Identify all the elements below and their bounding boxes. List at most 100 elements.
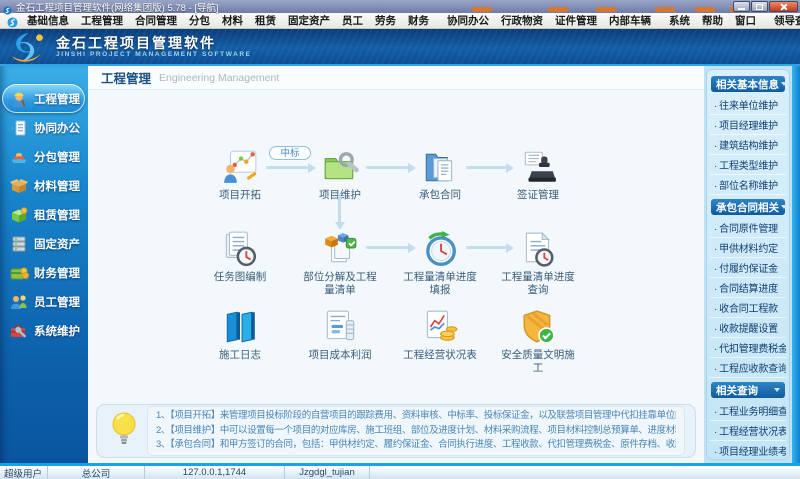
restore-button[interactable] xyxy=(751,1,768,12)
construction-log-icon xyxy=(192,308,288,348)
office-doc-icon xyxy=(9,118,29,138)
menu-item-basic-info[interactable]: 基础信息 xyxy=(21,13,75,28)
sidebar-item-system-maintenance[interactable]: 系统维护 xyxy=(0,316,88,345)
right-sidebar: 相关基本信息 往来单位维护 项目经理维护 建筑结构维护 工程类型维护 部位名称维… xyxy=(704,66,792,463)
menu-item-leader-query[interactable]: 领导查询 xyxy=(768,13,800,28)
title-accent xyxy=(548,7,568,12)
cost-profit-icon xyxy=(292,308,388,348)
sidebar-item-staff[interactable]: 员工管理 xyxy=(0,287,88,316)
section-header-queries[interactable]: 相关查询 xyxy=(711,382,785,398)
right-link[interactable]: 收合同工程款 xyxy=(710,298,786,318)
menu-item-subcontract[interactable]: 分包 xyxy=(183,13,216,28)
right-link[interactable]: 项目经理维护 xyxy=(710,115,786,135)
right-link[interactable]: 合同结算进度 xyxy=(710,278,786,298)
flow-node-progress-query[interactable]: 工程量清单进度查询 xyxy=(490,230,586,297)
right-link[interactable]: 工程业务明细查询 xyxy=(710,401,786,421)
right-link[interactable]: 工程应收款查询 xyxy=(710,358,786,378)
visa-stamp-icon xyxy=(490,148,586,188)
flow-node-bom-breakdown[interactable]: 部位分解及工程量清单 xyxy=(292,230,388,297)
title-bar: 金石工程项目管理软件(网络集团版) 5.78 - [导航] xyxy=(0,0,800,15)
flow-node-visa[interactable]: 签证管理 xyxy=(490,148,586,202)
sidebar-item-engineering[interactable]: 工程管理 xyxy=(2,84,85,113)
brand-text: 金石工程项目管理软件 JINSHI PROJECT MANAGEMENT SOF… xyxy=(56,35,252,58)
flow-node-operation-report[interactable]: 工程经营状况表 xyxy=(392,308,488,362)
close-button[interactable] xyxy=(769,1,798,12)
right-link[interactable]: 甲供材料约定 xyxy=(710,238,786,258)
right-link[interactable]: 代扣管理费税金 xyxy=(710,338,786,358)
menu-item-lease[interactable]: 租赁 xyxy=(249,13,282,28)
flow-node-safety[interactable]: 安全质量文明施工 xyxy=(490,308,586,375)
right-link[interactable]: 工程类型维护 xyxy=(710,155,786,175)
status-filler xyxy=(370,466,800,479)
menu-item-material[interactable]: 材料 xyxy=(216,13,249,28)
status-server-address: 127.0.0.1,1744 xyxy=(145,466,285,479)
chevron-down-icon xyxy=(781,82,787,86)
subcontract-icon xyxy=(9,147,29,167)
page-subtitle: Engineering Management xyxy=(159,71,280,84)
menu-item-certificates[interactable]: 证件管理 xyxy=(549,13,603,28)
menu-item-collaboration[interactable]: 协同办公 xyxy=(441,13,495,28)
progress-clock-icon xyxy=(392,230,488,270)
window-title: 金石工程项目管理软件(网络集团版) 5.78 - [导航] xyxy=(16,2,219,14)
main-content: 工程管理 Engineering Management 项目开拓 中标 项目维护 xyxy=(88,66,704,463)
menu-item-engineering[interactable]: 工程管理 xyxy=(75,13,129,28)
sidebar-item-material[interactable]: 材料管理 xyxy=(0,171,88,200)
status-company: 总公司 xyxy=(48,466,145,479)
section-header-contract[interactable]: 承包合同相关 xyxy=(711,199,787,215)
page-title: 工程管理 xyxy=(101,72,152,86)
tip-line: 3、【承包合同】和甲方签订的合同，包括：甲供材约定、履约保证金、合同执行进度、工… xyxy=(156,439,676,451)
sidebar-item-lease[interactable]: 租赁管理 xyxy=(0,200,88,229)
material-box-icon xyxy=(9,176,29,196)
bid-won-badge: 中标 xyxy=(269,146,311,160)
window-frame-strip xyxy=(792,66,800,463)
tips-panel: 1、【项目开拓】来管理项目投标阶段的自营项目的跟踪费用、资料审核、中标率、投标保… xyxy=(96,404,696,458)
right-link[interactable]: 项目经理业绩考核 xyxy=(710,441,786,459)
lightbulb-icon xyxy=(109,411,139,452)
lease-cube-icon xyxy=(9,205,29,225)
menu-item-employee[interactable]: 员工 xyxy=(336,13,369,28)
menu-item-system[interactable]: 系统 xyxy=(663,13,696,28)
flow-node-cost-profit[interactable]: 项目成本利润 xyxy=(292,308,388,362)
maintenance-toolbox-icon xyxy=(9,321,29,341)
brand-name: 金石工程项目管理软件 xyxy=(56,35,216,51)
title-accent xyxy=(472,7,492,12)
menu-item-help[interactable]: 帮助 xyxy=(696,13,729,28)
menu-item-fixed-assets[interactable]: 固定资产 xyxy=(282,13,336,28)
right-panel: 相关基本信息 往来单位维护 项目经理维护 建筑结构维护 工程类型维护 部位名称维… xyxy=(706,69,790,460)
menu-item-contract[interactable]: 合同管理 xyxy=(129,13,183,28)
section-header-basic-info[interactable]: 相关基本信息 xyxy=(711,76,787,92)
menu-item-window[interactable]: 窗口 xyxy=(729,13,762,28)
right-link[interactable]: 部位名称维护 xyxy=(710,175,786,195)
title-accent xyxy=(596,7,616,12)
sidebar-item-finance[interactable]: 财务管理 xyxy=(0,258,88,287)
flow-node-construction-log[interactable]: 施工日志 xyxy=(192,308,288,362)
bom-breakdown-icon xyxy=(292,230,388,270)
right-link[interactable]: 工程经营状况表 xyxy=(710,421,786,441)
sidebar-item-fixed-assets[interactable]: 固定资产 xyxy=(0,229,88,258)
menu-item-admin-supplies[interactable]: 行政物资 xyxy=(495,13,549,28)
brand-logo-icon xyxy=(8,31,50,63)
sidebar-item-subcontract[interactable]: 分包管理 xyxy=(0,142,88,171)
sidebar-item-collaboration[interactable]: 协同办公 xyxy=(0,113,88,142)
right-link[interactable]: 收款提醒设置 xyxy=(710,318,786,338)
minimize-button[interactable] xyxy=(733,1,750,12)
right-link[interactable]: 往来单位维护 xyxy=(710,95,786,115)
flow-node-progress-fill[interactable]: 工程量清单进度填报 xyxy=(392,230,488,297)
content-header: 工程管理 Engineering Management xyxy=(88,66,704,90)
flow-arrow-down xyxy=(334,194,345,230)
right-link[interactable]: 建筑结构维护 xyxy=(710,135,786,155)
flow-node-task-chart[interactable]: 任务图编制 xyxy=(192,230,288,284)
menu-item-finance[interactable]: 财务 xyxy=(402,13,435,28)
menu-item-vehicles[interactable]: 内部车辆 xyxy=(603,13,657,28)
status-module-code: Jzgdgl_tujian xyxy=(285,466,370,479)
staff-icon xyxy=(9,292,29,312)
tip-line: 2、【项目维护】中可以设置每一个项目的对应库房、施工班组、部位及进度计划、材料采… xyxy=(156,424,676,436)
progress-query-icon xyxy=(490,230,586,270)
menu-item-labor[interactable]: 劳务 xyxy=(369,13,402,28)
right-link[interactable]: 付履约保证金 xyxy=(710,258,786,278)
close-icon xyxy=(780,3,788,11)
flow-node-contract[interactable]: 承包合同 xyxy=(392,148,488,202)
right-link[interactable]: 合同原件管理 xyxy=(710,218,786,238)
tips-text-box: 1、【项目开拓】来管理项目投标阶段的自营项目的跟踪费用、资料审核、中标率、投标保… xyxy=(147,406,685,456)
task-chart-icon xyxy=(192,230,288,270)
